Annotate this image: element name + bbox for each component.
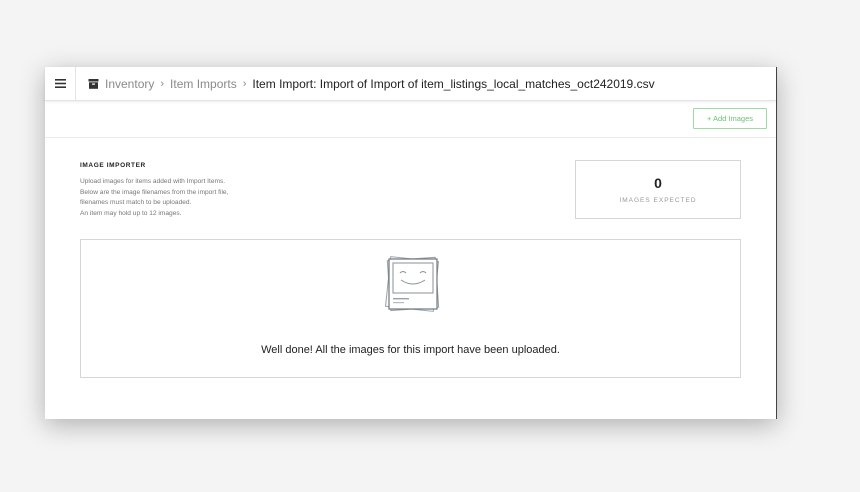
page-title: Item Import: Import of Import of item_li… bbox=[252, 76, 655, 91]
description-line: filenames must match to be uploaded. bbox=[80, 199, 192, 206]
description-line: An item may hold up to 12 images. bbox=[80, 209, 182, 217]
importer-description: Upload images for items added with Impor… bbox=[80, 177, 300, 219]
breadcrumb-inventory[interactable]: Inventory bbox=[105, 77, 154, 91]
breadcrumb-separator: › bbox=[160, 77, 165, 90]
images-expected-card: 0 IMAGES EXPECTED bbox=[575, 160, 741, 219]
description-line: Upload images for items added with Impor… bbox=[80, 178, 226, 185]
action-bar: + Add Images bbox=[45, 101, 776, 138]
menu-button[interactable] bbox=[45, 67, 76, 100]
images-expected-count: 0 bbox=[654, 175, 662, 191]
hamburger-menu-icon bbox=[54, 79, 66, 88]
importer-heading: IMAGE IMPORTER bbox=[80, 162, 146, 169]
add-images-button[interactable]: + Add Images bbox=[693, 108, 767, 129]
breadcrumb-separator: › bbox=[242, 77, 247, 90]
app-window: Inventory › Item Imports › Item Import: … bbox=[45, 67, 777, 419]
images-expected-label: IMAGES EXPECTED bbox=[619, 197, 697, 204]
photo-stack-icon bbox=[384, 256, 440, 312]
description-line: Below are the image filenames from the i… bbox=[80, 188, 229, 196]
upload-complete-message: Well done! All the images for this impor… bbox=[261, 344, 560, 356]
breadcrumb-item-imports[interactable]: Item Imports bbox=[170, 77, 237, 91]
image-dropzone[interactable]: Well done! All the images for this impor… bbox=[80, 239, 741, 378]
breadcrumb: Inventory › Item Imports › Item Import: … bbox=[88, 77, 655, 91]
top-bar: Inventory › Item Imports › Item Import: … bbox=[45, 67, 776, 101]
inventory-box-icon bbox=[88, 78, 99, 89]
